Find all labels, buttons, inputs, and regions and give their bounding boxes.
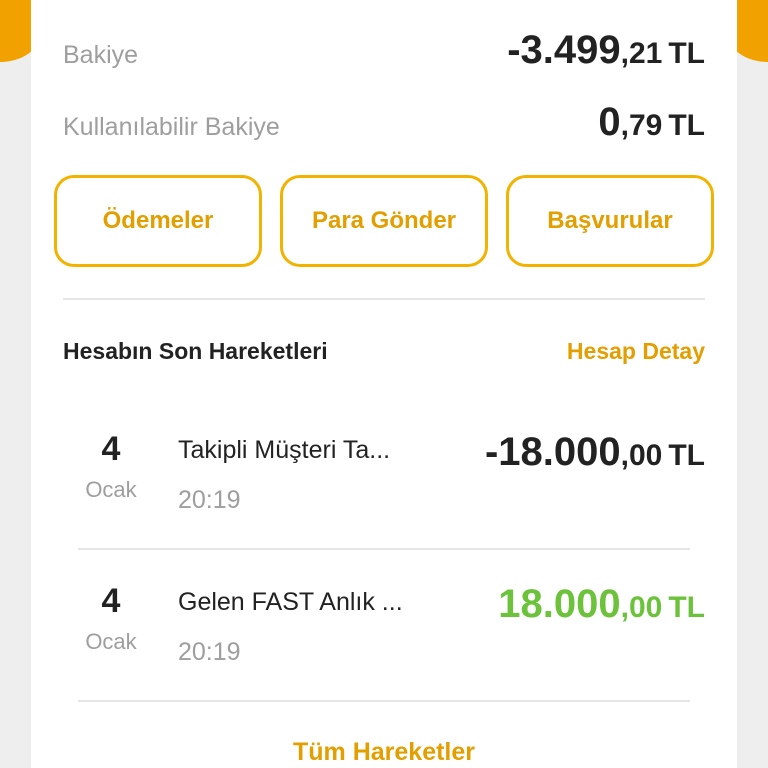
recent-transactions-title: Hesabın Son Hareketleri [63,338,328,364]
balance-label: Bakiye [63,41,139,69]
recent-transactions-header: Hesabın Son Hareketleri Hesap Detay [63,338,705,365]
transaction-amount-currency: TL [668,439,705,472]
all-transactions-link[interactable]: Tüm Hareketler [31,738,737,767]
available-integer: 0 [598,100,621,144]
transaction-time: 20:19 [178,486,241,514]
payments-button[interactable]: Ödemeler [54,175,262,267]
balance-amount: -3.499,21 TL [507,28,705,73]
transaction-amount: 18.000,00 TL [498,582,705,627]
applications-button[interactable]: Başvurular [506,175,714,267]
transaction-amount-currency: TL [668,591,705,624]
transaction-month: Ocak [85,477,137,502]
available-decimal: ,79 [620,109,663,142]
transaction-month: Ocak [85,629,137,654]
balance-currency: TL [668,37,705,70]
balance-decimal: ,21 [620,37,663,70]
transaction-amount-integer: -18.000 [484,430,621,474]
transaction-row[interactable]: 4 Ocak Gelen FAST Anlık ... 20:19 18.000… [63,552,705,702]
send-money-button[interactable]: Para Gönder [280,175,488,267]
transaction-divider [78,548,690,550]
transaction-date: 4 Ocak [71,430,151,503]
screen: Bakiye -3.499,21 TL Kullanılabilir Bakiye… [0,0,768,768]
transaction-amount-decimal: ,00 [620,591,663,624]
available-balance-label: Kullanılabilir Bakiye [63,113,280,141]
available-balance-amount: 0,79 TL [598,100,705,145]
action-buttons: Ödemeler Para Gönder Başvurular [54,175,714,267]
balance-integer: -3.499 [507,28,621,72]
transaction-description: Gelen FAST Anlık ... [178,588,403,616]
transaction-date: 4 Ocak [71,582,151,655]
transaction-description: Takipli Müşteri Ta... [178,436,391,464]
account-detail-link[interactable]: Hesap Detay [567,338,705,365]
balance-row: Bakiye -3.499,21 TL [63,28,705,73]
available-currency: TL [668,109,705,142]
transaction-amount: -18.000,00 TL [485,430,705,475]
transaction-day: 4 [101,430,121,468]
transaction-divider [78,700,690,702]
transaction-time: 20:19 [178,638,241,666]
transaction-row[interactable]: 4 Ocak Takipli Müşteri Ta... 20:19 -18.0… [63,400,705,550]
available-balance-row: Kullanılabilir Bakiye 0,79 TL [63,100,705,145]
transaction-day: 4 [101,582,121,620]
account-card: Bakiye -3.499,21 TL Kullanılabilir Bakiye… [31,0,737,768]
transaction-amount-decimal: ,00 [620,439,663,472]
transaction-amount-integer: 18.000 [498,582,621,626]
divider [63,298,705,300]
